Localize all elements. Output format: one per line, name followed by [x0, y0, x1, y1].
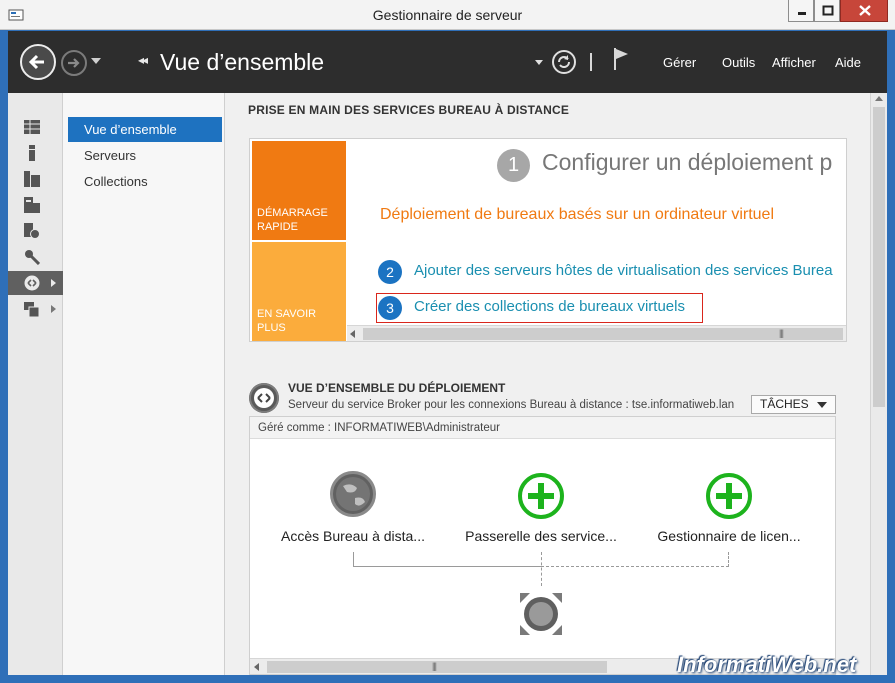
learn-more-tile-label: EN SAVOIR PLUS	[257, 308, 317, 334]
local-server-icon[interactable]	[24, 145, 40, 161]
quickstart-horizontal-scrollbar[interactable]: |||	[347, 325, 846, 341]
quick-start-tile-label: DÉMARRAGE RAPIDE	[257, 207, 328, 233]
breadcrumb-arrows-icon: ◂◂	[138, 53, 148, 67]
quickstart-heading: Configurer un déploiement p	[542, 149, 833, 175]
quickstart-subtitle: Déploiement de bureaux basés sur un ordi…	[380, 206, 775, 223]
tasks-dropdown[interactable]: TÂCHES	[751, 395, 836, 414]
learn-more-tile[interactable]: EN SAVOIR PLUS	[252, 242, 346, 341]
rd-web-access-label[interactable]: Accès Bureau à dista...	[273, 528, 433, 544]
connector-dashed-line	[541, 566, 729, 567]
header-dropdown-icon[interactable]	[535, 60, 543, 65]
globe-icon	[336, 477, 370, 511]
navigation-icon-bar	[8, 93, 63, 675]
remote-desktop-deployment-icon	[249, 383, 279, 413]
add-rd-licensing-icon[interactable]	[706, 473, 752, 519]
scroll-up-arrow-icon[interactable]	[875, 96, 883, 101]
header-separator	[590, 53, 592, 71]
quick-start-tile[interactable]: DÉMARRAGE RAPIDE	[252, 141, 346, 240]
scroll-left-arrow-icon[interactable]	[254, 663, 259, 671]
scrollbar-grip-icon: |||	[432, 661, 437, 671]
close-icon	[859, 5, 871, 16]
all-servers-icon[interactable]	[24, 171, 40, 187]
quickstart-panel: DÉMARRAGE RAPIDE EN SAVOIR PLUS 1 Config…	[249, 138, 847, 342]
main-content: PRISE EN MAIN DES SERVICES BUREAU À DIST…	[225, 93, 870, 675]
close-button[interactable]	[840, 0, 888, 22]
step-1-badge: 1	[497, 149, 530, 182]
minimize-icon	[798, 12, 806, 15]
history-dropdown-icon[interactable]	[91, 58, 101, 64]
managed-as-bar: Géré comme : INFORMATIWEB\Administrateur	[250, 417, 835, 439]
sidebar-item-servers[interactable]: Serveurs	[68, 143, 222, 168]
iis-icon[interactable]	[24, 223, 40, 239]
back-button[interactable]	[20, 44, 56, 80]
title-bar: Gestionnaire de serveur	[0, 0, 895, 30]
scrollbar-grip-icon: |||	[779, 328, 784, 338]
tools-wrench-icon[interactable]	[24, 249, 40, 265]
rd-connection-broker-icon[interactable]	[518, 591, 564, 637]
watermark: InformatiWeb.net	[677, 652, 857, 677]
scrollbar-thumb[interactable]	[267, 661, 607, 673]
deployment-overview-title: VUE D’ENSEMBLE DU DÉPLOIEMENT	[288, 381, 506, 395]
scroll-left-arrow-icon[interactable]	[350, 330, 355, 338]
arrow-right-icon	[68, 58, 80, 68]
maximize-icon	[822, 5, 834, 16]
main-vertical-scrollbar[interactable]	[870, 93, 887, 675]
header-bar: ◂◂ Vue d’ensemble Gérer Outils Afficher …	[8, 31, 887, 93]
remote-desktop-services-nav-item[interactable]	[8, 271, 63, 295]
file-storage-icon[interactable]	[24, 301, 40, 317]
sidebar-item-overview[interactable]: Vue d’ensemble	[68, 117, 222, 142]
maximize-button[interactable]	[814, 0, 840, 22]
connector-line	[353, 552, 354, 567]
quickstart-section-title: PRISE EN MAIN DES SERVICES BUREAU À DIST…	[248, 103, 570, 117]
sidebar: Vue d’ensemble Serveurs Collections	[63, 93, 225, 675]
menu-manage[interactable]: Gérer	[663, 55, 696, 70]
refresh-button[interactable]	[552, 50, 576, 74]
connector-dashed-line	[728, 552, 729, 567]
scrollbar-thumb[interactable]	[363, 328, 843, 340]
rd-web-access-icon[interactable]	[330, 471, 376, 517]
chevron-down-icon	[817, 402, 827, 408]
sidebar-item-collections[interactable]: Collections	[68, 169, 222, 194]
notifications-flag-icon[interactable]	[612, 47, 630, 71]
menu-tools[interactable]: Outils	[722, 55, 755, 70]
expand-arrow-icon[interactable]	[51, 279, 56, 287]
expand-arrow-icon[interactable]	[51, 305, 56, 313]
dashboard-icon[interactable]	[24, 119, 40, 135]
window-title: Gestionnaire de serveur	[372, 7, 523, 23]
connection-broker-subtitle: Serveur du service Broker pour les conne…	[288, 399, 735, 411]
step-2-badge: 2	[378, 260, 402, 284]
refresh-icon	[558, 55, 570, 68]
remote-desktop-services-icon	[24, 275, 40, 291]
rd-gateway-label[interactable]: Passerelle des service...	[461, 528, 621, 544]
add-virtualization-hosts-link[interactable]: Ajouter des serveurs hôtes de virtualisa…	[414, 262, 833, 279]
create-virtual-desktop-collections-link[interactable]: Créer des collections de bureaux virtuel…	[414, 298, 685, 315]
rd-licensing-label[interactable]: Gestionnaire de licen...	[649, 528, 809, 544]
menu-help[interactable]: Aide	[835, 55, 861, 70]
add-rd-gateway-icon[interactable]	[518, 473, 564, 519]
file-services-icon[interactable]	[24, 197, 40, 213]
breadcrumb: Vue d’ensemble	[160, 49, 325, 75]
scrollbar-thumb[interactable]	[873, 107, 885, 407]
connector-dashed-line	[541, 552, 542, 586]
forward-button[interactable]	[61, 50, 87, 76]
arrow-left-icon	[28, 54, 44, 70]
window: Gestionnaire de serveur ◂◂ Vue d’ensembl…	[0, 0, 895, 683]
step-3-badge: 3	[378, 296, 402, 320]
tasks-dropdown-label: TÂCHES	[760, 397, 809, 411]
connector-line	[353, 566, 541, 567]
deployment-overview-panel: Géré comme : INFORMATIWEB\Administrateur…	[249, 416, 836, 675]
menu-view[interactable]: Afficher	[772, 55, 816, 70]
minimize-button[interactable]	[788, 0, 814, 22]
